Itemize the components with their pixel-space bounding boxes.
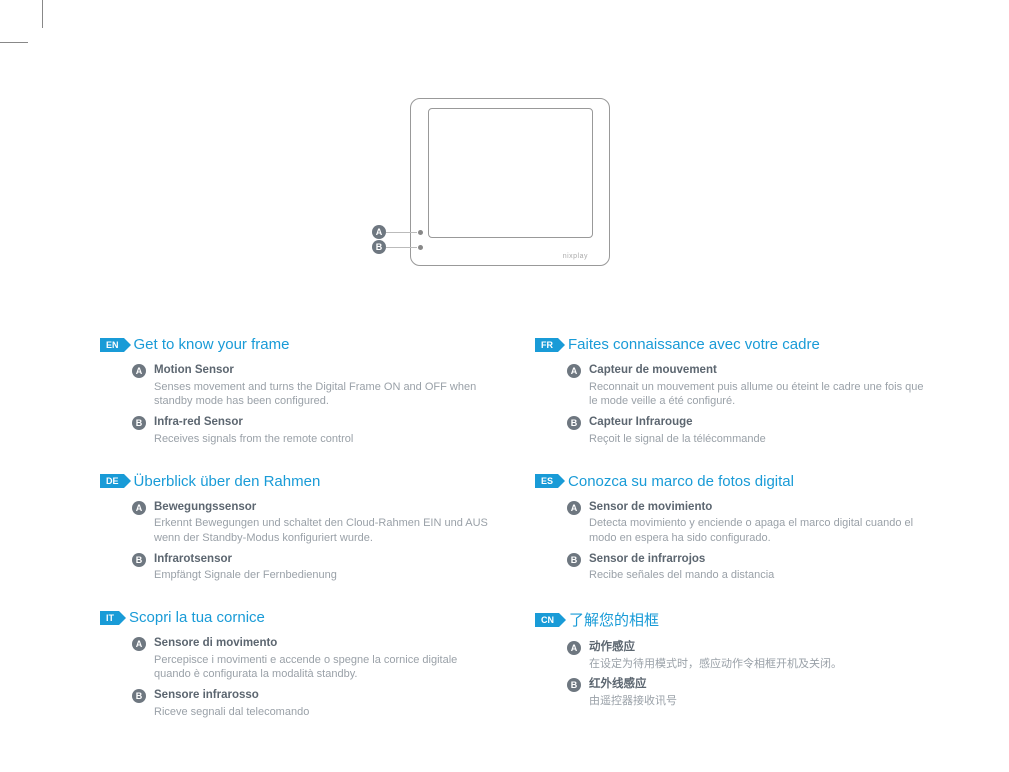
frame-screen (428, 108, 593, 238)
item-key-bubble: B (132, 689, 146, 703)
section-cn: CN 了解您的相框 A 动作感应在设定为待用模式时，感应动作令相框开机及关闭。 B 红外线… (535, 609, 930, 709)
item-title: Sensor de infrarrojos (589, 552, 930, 568)
feature-item: B Sensore infrarossoRiceve segnali dal te… (100, 688, 495, 719)
item-body: 红外线感应由遥控器接收讯号 (589, 677, 930, 708)
item-title: 动作感应 (589, 640, 930, 656)
section-it: IT Scopri la tua cornice A Sensore di movim… (100, 609, 495, 720)
item-body: InfrarotsensorEmpfängt Signale der Fernb… (154, 552, 495, 583)
item-title: Sensore infrarosso (154, 688, 495, 704)
section-header: DE Überblick über den Rahmen (100, 473, 495, 490)
item-body: Sensor de infrarrojosRecibe señales del … (589, 552, 930, 583)
language-tag: DE (100, 474, 124, 488)
feature-item: A 动作感应在设定为待用模式时，感应动作令相框开机及关闭。 (535, 640, 930, 671)
right-column: FRFaites connaissance avec votre cadreAC… (535, 336, 930, 746)
item-body: Motion SensorSenses movement and turns t… (154, 363, 495, 409)
leader-line-b (386, 247, 417, 248)
item-key-bubble: A (567, 641, 581, 655)
item-body: Capteur de mouvementReconnait un mouveme… (589, 363, 930, 409)
item-description: Senses movement and turns the Digital Fr… (154, 380, 495, 410)
feature-item: A Motion SensorSenses movement and turns … (100, 363, 495, 409)
content-columns: ENGet to know your frameAMotion SensorSe… (100, 336, 930, 746)
item-body: 动作感应在设定为待用模式时，感应动作令相框开机及关闭。 (589, 640, 930, 671)
item-key-bubble: A (567, 364, 581, 378)
feature-item: A Capteur de mouvementReconnait un mouvem… (535, 363, 930, 409)
item-description: Receives signals from the remote control (154, 432, 495, 447)
item-key-bubble: A (132, 501, 146, 515)
section-title: Conozca su marco de fotos digital (568, 473, 794, 490)
feature-item: A Sensore di movimentoPercepisce i movime… (100, 636, 495, 682)
item-body: Sensore infrarossoRiceve segnali dal tel… (154, 688, 495, 719)
section-header: CN 了解您的相框 (535, 609, 930, 630)
section-title: Faites connaissance avec votre cadre (568, 336, 820, 353)
feature-item: B Sensor de infrarrojosRecibe señales del… (535, 552, 930, 583)
item-body: Sensor de movimientoDetecta movimiento y… (589, 500, 930, 546)
item-body: Sensore di movimentoPercepisce i movimen… (154, 636, 495, 682)
feature-item: A BewegungssensorErkennt Bewegungen und s… (100, 500, 495, 546)
feature-item: A Sensor de movimientoDetecta movimiento … (535, 500, 930, 546)
crop-mark-vertical (42, 0, 43, 28)
language-tag: EN (100, 338, 124, 352)
section-header: IT Scopri la tua cornice (100, 609, 495, 626)
item-description: 由遥控器接收讯号 (589, 694, 930, 709)
item-key-bubble: B (567, 678, 581, 692)
feature-item: B Infra-red SensorReceives signals from t… (100, 415, 495, 446)
section-title: Überblick über den Rahmen (134, 473, 321, 490)
item-title: Capteur de mouvement (589, 363, 930, 379)
section-de: DE Überblick über den Rahmen A Bewegungssen… (100, 473, 495, 584)
feature-item: B Capteur InfrarougeReçoit le signal de l… (535, 415, 930, 446)
item-key-bubble: B (567, 553, 581, 567)
item-description: 在设定为待用模式时，感应动作令相框开机及关闭。 (589, 657, 930, 672)
section-title: Get to know your frame (134, 336, 290, 353)
sensor-dot-a (418, 230, 423, 235)
item-title: Bewegungssensor (154, 500, 495, 516)
sensor-dot-b (418, 245, 423, 250)
section-header: FR Faites connaissance avec votre cadre (535, 336, 930, 353)
section-header: EN Get to know your frame (100, 336, 495, 353)
item-key-bubble: B (567, 416, 581, 430)
item-title: 红外线感应 (589, 677, 930, 693)
item-description: Reçoit le signal de la télécommande (589, 432, 930, 447)
item-title: Infra-red Sensor (154, 415, 495, 431)
item-key-bubble: A (567, 501, 581, 515)
callout-bubble-a: A (372, 225, 386, 239)
left-column: ENGet to know your frameAMotion SensorSe… (100, 336, 495, 746)
section-es: ES Conozca su marco de fotos digital A Sens… (535, 473, 930, 584)
item-description: Recibe señales del mando a distancia (589, 568, 930, 583)
item-title: Capteur Infrarouge (589, 415, 930, 431)
crop-mark-horizontal (0, 42, 28, 43)
item-body: BewegungssensorErkennt Bewegungen und sc… (154, 500, 495, 546)
section-fr: FRFaites connaissance avec votre cadreAC… (535, 336, 930, 447)
section-header: ES Conozca su marco de fotos digital (535, 473, 930, 490)
item-body: Infra-red SensorReceives signals from th… (154, 415, 495, 446)
item-description: Riceve segnali dal telecomando (154, 705, 495, 720)
language-tag: FR (535, 338, 558, 352)
item-key-bubble: A (132, 637, 146, 651)
item-description: Empfängt Signale der Fernbedienung (154, 568, 495, 583)
feature-item: B 红外线感应由遥控器接收讯号 (535, 677, 930, 708)
callout-bubble-b: B (372, 240, 386, 254)
frame-illustration: nixplay A B (390, 98, 610, 268)
item-key-bubble: B (132, 416, 146, 430)
item-description: Erkennt Bewegungen und schaltet den Clou… (154, 516, 495, 546)
section-title: 了解您的相框 (569, 609, 659, 630)
item-description: Percepisce i movimenti e accende o spegn… (154, 653, 495, 683)
leader-line-a (386, 232, 417, 233)
section-en: EN Get to know your frame A Motion SensorSe… (100, 336, 495, 447)
language-tag: CN (535, 613, 559, 627)
item-description: Reconnait un mouvement puis allume ou ét… (589, 380, 930, 410)
item-description: Detecta movimiento y enciende o apaga el… (589, 516, 930, 546)
item-key-bubble: B (132, 553, 146, 567)
language-tag: ES (535, 474, 558, 488)
item-title: Sensore di movimento (154, 636, 495, 652)
brand-label: nixplay (563, 253, 588, 260)
item-title: Motion Sensor (154, 363, 495, 379)
item-title: Infrarotsensor (154, 552, 495, 568)
language-tag: IT (100, 611, 119, 625)
item-key-bubble: A (132, 364, 146, 378)
feature-item: B InfrarotsensorEmpfängt Signale der Fern… (100, 552, 495, 583)
section-title: Scopri la tua cornice (129, 609, 265, 626)
item-body: Capteur InfrarougeReçoit le signal de la… (589, 415, 930, 446)
item-title: Sensor de movimiento (589, 500, 930, 516)
